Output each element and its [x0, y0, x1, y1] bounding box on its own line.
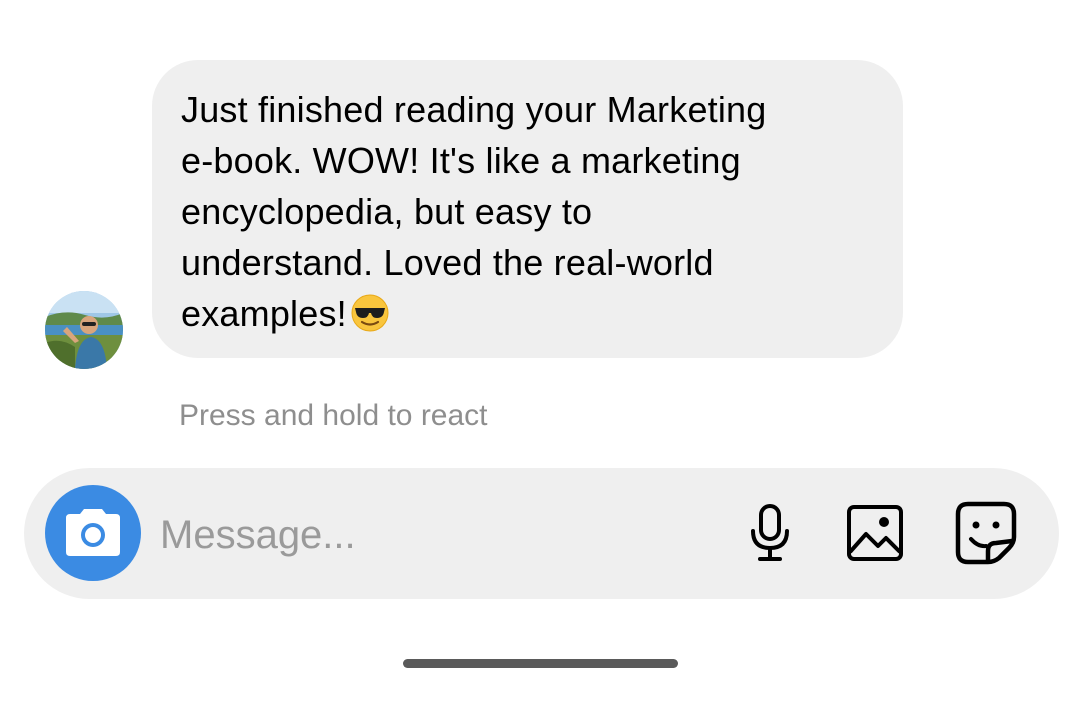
- microphone-icon: [751, 504, 789, 561]
- sunglasses-emoji-icon: [351, 294, 389, 332]
- microphone-button[interactable]: [735, 498, 805, 568]
- message-text: Just finished reading your Marketing e-b…: [181, 84, 883, 339]
- image-icon: [847, 505, 903, 561]
- avatar-photo: [45, 291, 123, 369]
- chat-screen: Just finished reading your Marketing e-b…: [0, 0, 1080, 721]
- message-line: Just finished reading your Marketing: [181, 89, 767, 130]
- message-line: understand. Loved the real-world: [181, 242, 714, 283]
- sender-avatar[interactable]: [45, 291, 123, 369]
- message-line: examples!: [181, 293, 347, 334]
- react-hint: Press and hold to react: [179, 399, 488, 432]
- camera-button[interactable]: [45, 485, 141, 581]
- message-line: e-book. WOW! It's like a marketing: [181, 140, 741, 181]
- sticker-icon: [955, 501, 1017, 565]
- sticker-button[interactable]: [951, 498, 1021, 568]
- home-indicator[interactable]: [403, 659, 678, 668]
- camera-icon: [66, 509, 120, 556]
- message-bubble[interactable]: Just finished reading your Marketing e-b…: [152, 60, 903, 358]
- message-line: encyclopedia, but easy to: [181, 191, 593, 232]
- message-composer: [24, 468, 1059, 599]
- message-input[interactable]: [160, 508, 720, 562]
- gallery-button[interactable]: [840, 498, 910, 568]
